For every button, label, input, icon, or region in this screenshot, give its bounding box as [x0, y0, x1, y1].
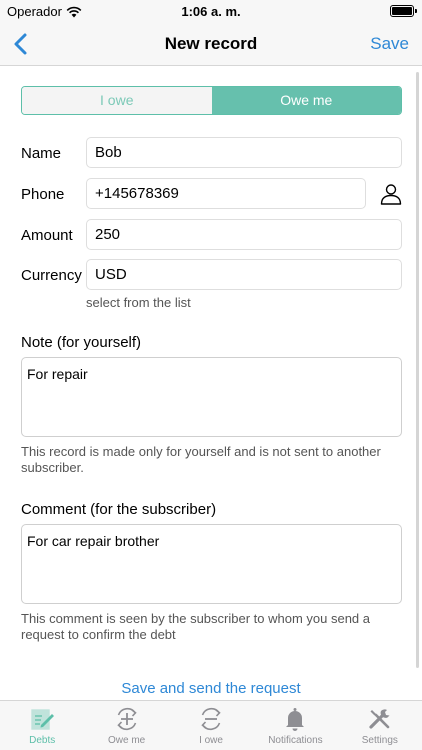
plus-circle-icon	[116, 708, 137, 730]
tab-label-debts: Debts	[29, 735, 56, 746]
segment-i-owe[interactable]: I owe	[22, 87, 212, 114]
tab-i-owe[interactable]: I owe	[169, 701, 253, 750]
status-bar: Operador 1:06 a. m.	[0, 0, 422, 22]
currency-field[interactable]: USD	[86, 259, 402, 290]
name-label: Name	[21, 145, 62, 162]
amount-label: Amount	[21, 227, 73, 244]
status-time: 1:06 a. m.	[181, 4, 241, 19]
comment-title: Comment (for the subscriber)	[21, 501, 217, 518]
battery-icon	[390, 5, 417, 17]
comment-textarea[interactable]: For car repair brother	[21, 524, 402, 604]
segment-owe-me[interactable]: Owe me	[211, 87, 401, 114]
note-title: Note (for yourself)	[21, 334, 142, 351]
contact-picker-icon[interactable]	[379, 182, 403, 206]
tab-notifications[interactable]: Notifications	[253, 701, 337, 750]
tab-settings[interactable]: Settings	[338, 701, 422, 750]
save-and-send-button[interactable]: Save and send the request	[0, 680, 422, 697]
page-title: New record	[164, 34, 258, 53]
minus-circle-icon	[201, 708, 221, 730]
tab-label-notifications: Notifications	[268, 735, 323, 746]
phone-label: Phone	[21, 186, 65, 203]
amount-field[interactable]: 250	[86, 219, 402, 250]
navigation-bar: New record Save	[0, 22, 422, 66]
bell-icon	[286, 708, 305, 731]
phone-field[interactable]: +145678369	[86, 178, 366, 209]
debt-direction-segment: I owe Owe me	[21, 86, 402, 115]
tab-label-i-owe: I owe	[199, 735, 223, 746]
tab-bar: Debts Owe me I owe Notifications Setting…	[0, 700, 422, 750]
save-button[interactable]: Save	[370, 34, 409, 54]
scroll-indicator[interactable]	[416, 72, 419, 668]
tab-label-settings: Settings	[361, 735, 398, 746]
tools-icon	[369, 709, 390, 729]
note-textarea[interactable]: For repair	[21, 357, 402, 437]
edit-doc-icon	[31, 709, 55, 730]
tab-debts[interactable]: Debts	[0, 701, 84, 750]
currency-label: Currency	[21, 267, 82, 284]
note-help-text: This record is made only for yourself an…	[21, 444, 381, 475]
name-field[interactable]: Bob	[86, 137, 402, 168]
tab-label-owe-me: Owe me	[107, 735, 146, 746]
tab-owe-me[interactable]: Owe me	[84, 701, 168, 750]
comment-help-text: This comment is seen by the subscriber t…	[21, 611, 370, 642]
currency-hint: select from the list	[86, 295, 191, 310]
